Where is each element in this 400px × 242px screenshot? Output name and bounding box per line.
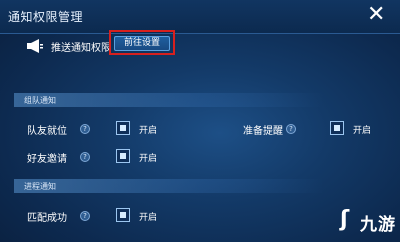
- help-icon[interactable]: ?: [286, 124, 296, 134]
- close-icon[interactable]: ✕: [367, 4, 385, 26]
- ready-reminder-checkbox[interactable]: [330, 121, 344, 135]
- friend-invite-state: 开启: [139, 154, 158, 164]
- section-bar: [14, 179, 324, 193]
- logo-icon: ʃ: [340, 207, 350, 232]
- friend-invite-label: 好友邀请: [27, 154, 67, 165]
- checkbox-mark: [120, 212, 126, 218]
- match-success-checkbox[interactable]: [116, 208, 130, 222]
- notification-permission-dialog: 通知权限管理 ✕ 推送通知权限 前往设置 组队通知 队友就位 ? 开启 准备提醒…: [0, 0, 400, 242]
- push-permission-label: 推送通知权限: [51, 43, 111, 54]
- teammate-ready-checkbox[interactable]: [116, 121, 130, 135]
- checkbox-mark: [334, 125, 340, 131]
- checkbox-mark: [120, 153, 126, 159]
- go-to-settings-button[interactable]: 前往设置: [114, 36, 170, 51]
- megaphone-icon: [27, 39, 43, 53]
- title-bar: 通知权限管理 ✕: [0, 0, 400, 34]
- ready-reminder-state: 开启: [353, 126, 372, 136]
- match-success-state: 开启: [139, 213, 158, 223]
- site-watermark-logo: ʃ 九游: [340, 205, 396, 235]
- help-icon[interactable]: ?: [80, 152, 90, 162]
- ready-reminder-label: 准备提醒: [243, 126, 283, 137]
- section-header-process: 进程通知: [14, 179, 374, 193]
- section-header-team: 组队通知: [14, 93, 374, 107]
- teammate-ready-state: 开启: [139, 126, 158, 136]
- checkbox-mark: [120, 125, 126, 131]
- help-icon[interactable]: ?: [80, 124, 90, 134]
- section-title: 进程通知: [24, 182, 56, 191]
- help-icon[interactable]: ?: [80, 211, 90, 221]
- section-bar: [14, 93, 324, 107]
- match-success-label: 匹配成功: [27, 213, 67, 224]
- logo-text: 九游: [360, 215, 396, 235]
- section-title: 组队通知: [24, 96, 56, 105]
- friend-invite-checkbox[interactable]: [116, 149, 130, 163]
- teammate-ready-label: 队友就位: [27, 126, 67, 137]
- dialog-title: 通知权限管理: [8, 10, 84, 24]
